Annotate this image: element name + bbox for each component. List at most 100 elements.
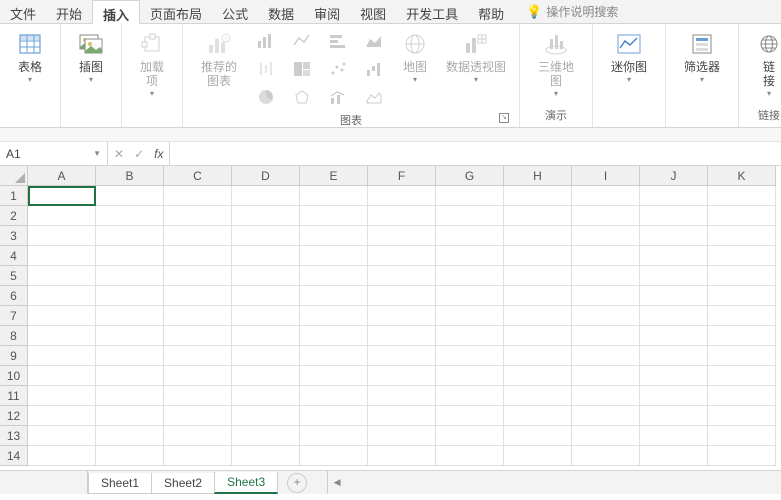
col-header[interactable]: A: [28, 166, 96, 186]
map-chart-button[interactable]: 地图 ▾: [393, 28, 437, 84]
cell[interactable]: [436, 366, 504, 386]
cell[interactable]: [572, 346, 640, 366]
cell[interactable]: [436, 266, 504, 286]
cell[interactable]: [436, 206, 504, 226]
cell[interactable]: [504, 366, 572, 386]
filter-button[interactable]: 筛选器 ▾: [674, 28, 730, 84]
cell[interactable]: [436, 246, 504, 266]
cell[interactable]: [232, 406, 300, 426]
fx-icon[interactable]: fx: [154, 147, 163, 161]
cell[interactable]: [232, 366, 300, 386]
cell[interactable]: [232, 306, 300, 326]
addins-button[interactable]: 加载 项 ▾: [130, 28, 174, 98]
cell[interactable]: [300, 286, 368, 306]
cell[interactable]: [572, 226, 640, 246]
cell[interactable]: [96, 286, 164, 306]
chart-type-grid[interactable]: [251, 28, 389, 110]
cell[interactable]: [232, 266, 300, 286]
cell[interactable]: [164, 326, 232, 346]
cell[interactable]: [504, 326, 572, 346]
cell[interactable]: [368, 346, 436, 366]
cell[interactable]: [232, 226, 300, 246]
cell[interactable]: [28, 426, 96, 446]
menu-tab-7[interactable]: 视图: [350, 0, 396, 23]
cell[interactable]: [368, 286, 436, 306]
cell[interactable]: [28, 226, 96, 246]
menu-tab-8[interactable]: 开发工具: [396, 0, 468, 23]
row-header[interactable]: 8: [0, 326, 28, 346]
menu-tab-6[interactable]: 审阅: [304, 0, 350, 23]
cell[interactable]: [708, 406, 776, 426]
cell[interactable]: [96, 306, 164, 326]
cell[interactable]: [300, 326, 368, 346]
row-header[interactable]: 2: [0, 206, 28, 226]
cell[interactable]: [232, 246, 300, 266]
cell[interactable]: [300, 266, 368, 286]
cell[interactable]: [708, 306, 776, 326]
cell[interactable]: [28, 446, 96, 466]
cell[interactable]: [96, 226, 164, 246]
radar-chart-icon[interactable]: [287, 84, 317, 110]
row-header[interactable]: 3: [0, 226, 28, 246]
cell[interactable]: [436, 326, 504, 346]
cell[interactable]: [504, 346, 572, 366]
cell[interactable]: [164, 366, 232, 386]
cell-area[interactable]: [28, 186, 781, 470]
cell[interactable]: [164, 306, 232, 326]
cell[interactable]: [368, 266, 436, 286]
cell[interactable]: [164, 286, 232, 306]
cell[interactable]: [504, 286, 572, 306]
cell[interactable]: [640, 426, 708, 446]
cell[interactable]: [300, 346, 368, 366]
col-header[interactable]: K: [708, 166, 776, 186]
cell[interactable]: [164, 206, 232, 226]
row-header[interactable]: 10: [0, 366, 28, 386]
cell[interactable]: [640, 406, 708, 426]
cell[interactable]: [708, 326, 776, 346]
cell[interactable]: [300, 246, 368, 266]
cell[interactable]: [232, 446, 300, 466]
cell[interactable]: [300, 206, 368, 226]
cell[interactable]: [708, 226, 776, 246]
cell[interactable]: [232, 426, 300, 446]
cell[interactable]: [504, 426, 572, 446]
cell[interactable]: [708, 386, 776, 406]
cell[interactable]: [708, 246, 776, 266]
cell[interactable]: [232, 206, 300, 226]
cell[interactable]: [164, 426, 232, 446]
cell[interactable]: [96, 346, 164, 366]
cell[interactable]: [96, 326, 164, 346]
cell[interactable]: [640, 226, 708, 246]
cell[interactable]: [28, 366, 96, 386]
cell[interactable]: [572, 366, 640, 386]
cell[interactable]: [504, 306, 572, 326]
cell[interactable]: [572, 206, 640, 226]
row-header[interactable]: 6: [0, 286, 28, 306]
cell[interactable]: [572, 406, 640, 426]
cell[interactable]: [436, 186, 504, 206]
row-header[interactable]: 7: [0, 306, 28, 326]
combo-chart-icon[interactable]: [323, 84, 353, 110]
cell[interactable]: [300, 186, 368, 206]
column-headers[interactable]: ABCDEFGHIJK: [28, 166, 781, 186]
tell-me-search[interactable]: 💡操作说明搜索: [526, 0, 618, 23]
area-chart-icon[interactable]: [359, 28, 389, 54]
row-header[interactable]: 13: [0, 426, 28, 446]
cell[interactable]: [640, 326, 708, 346]
illustrations-button[interactable]: 插图 ▾: [69, 28, 113, 84]
line-chart-icon[interactable]: [287, 28, 317, 54]
row-header[interactable]: 14: [0, 446, 28, 466]
cell[interactable]: [572, 266, 640, 286]
cell[interactable]: [96, 366, 164, 386]
cell[interactable]: [300, 426, 368, 446]
select-all-corner[interactable]: [0, 166, 28, 186]
row-header[interactable]: 9: [0, 346, 28, 366]
menu-tab-3[interactable]: 页面布局: [140, 0, 212, 23]
cell[interactable]: [164, 246, 232, 266]
hbar-chart-icon[interactable]: [323, 28, 353, 54]
cell[interactable]: [640, 446, 708, 466]
cell[interactable]: [640, 246, 708, 266]
cell[interactable]: [96, 406, 164, 426]
row-header[interactable]: 12: [0, 406, 28, 426]
menu-tab-2[interactable]: 插入: [92, 0, 140, 24]
